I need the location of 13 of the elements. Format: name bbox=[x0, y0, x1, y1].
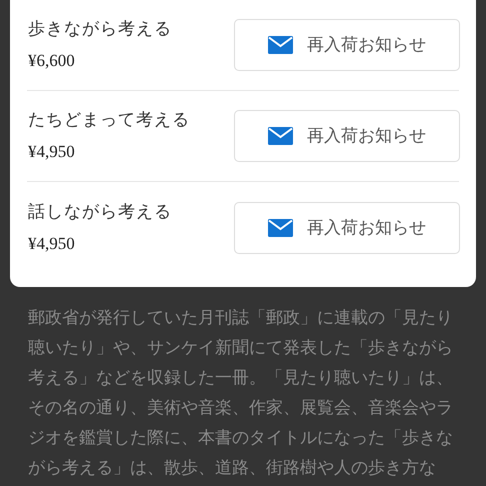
product-price: ¥4,950 bbox=[28, 232, 76, 254]
restock-notify-button[interactable]: 再入荷お知らせ bbox=[234, 202, 460, 254]
mail-icon bbox=[268, 218, 293, 236]
product-title: 歩きながら考える bbox=[28, 18, 172, 40]
restock-notify-button[interactable]: 再入荷お知らせ bbox=[234, 19, 460, 71]
product-price: ¥6,600 bbox=[28, 50, 76, 72]
product-title: 話しながら考える bbox=[28, 200, 172, 222]
description-paragraph: 郵政省が発行していた月刊誌「郵政」に連載の「見たり聴いたり」や、サンケイ新聞にて発表した「歩きながら考える」などを収録した一冊。「見たり聴いたり」は、その名の通り、美術や音楽、作家、展覧会、音楽会やラジオを鑑賞した際に、本書のタイトルになった「歩きながら考える」は、散歩、道路、街路樹や人の歩き方な bbox=[28, 307, 454, 479]
mail-icon bbox=[268, 36, 293, 54]
product-price: ¥4,950 bbox=[28, 141, 76, 163]
restock-notify-button[interactable]: 再入荷お知らせ bbox=[234, 110, 460, 162]
product-title: たちどまって考える bbox=[28, 109, 190, 131]
mail-icon bbox=[268, 127, 293, 145]
